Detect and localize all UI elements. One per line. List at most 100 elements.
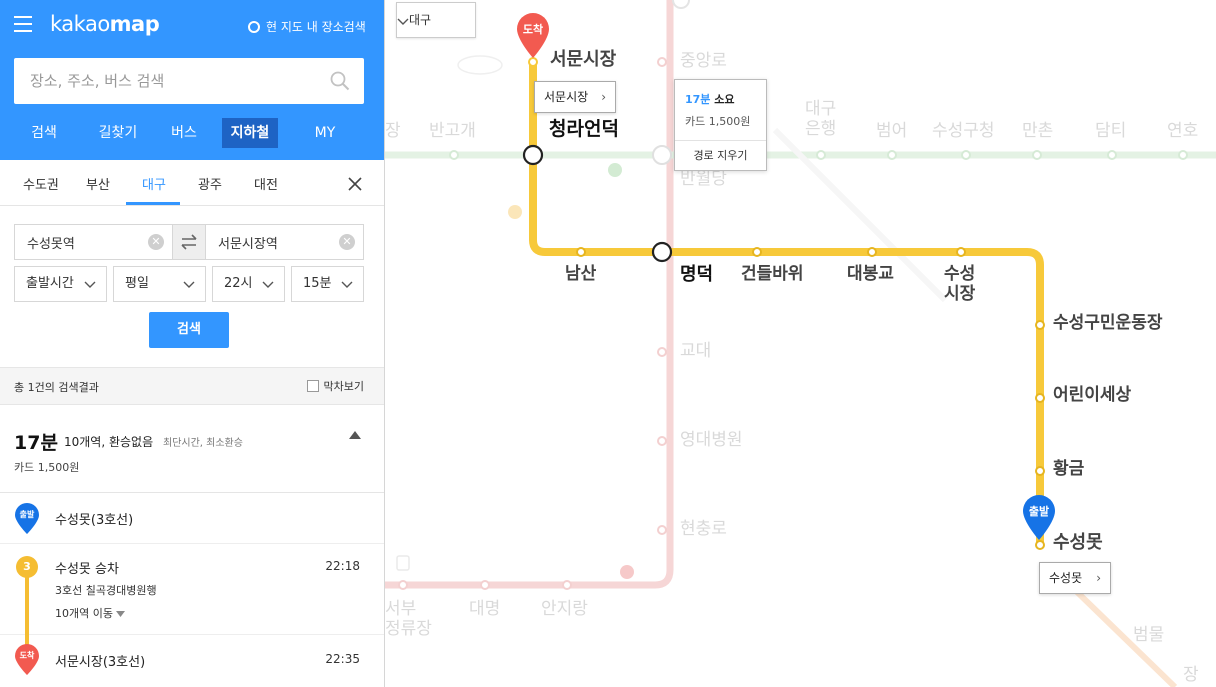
route-search-button[interactable]: 검색 <box>149 312 229 348</box>
station-suseongmot[interactable]: 수성못 <box>1053 532 1103 554</box>
menu-icon[interactable] <box>14 16 32 32</box>
end-station: 서문시장(3호선) <box>55 655 146 670</box>
region-tab-busan[interactable]: 부산 <box>86 174 110 193</box>
station-suseong-sports-ground[interactable]: 수성구민운동장 <box>1053 313 1162 334</box>
tab-bus[interactable]: 버스 <box>162 118 206 148</box>
station-fragment-bottom: 장 <box>1183 665 1199 685</box>
region-tab-daegu[interactable]: 대구 <box>142 174 166 193</box>
last-train-checkbox[interactable] <box>306 380 319 392</box>
header: kakaomap 현 지도 내 장소검색 검색 길찾기 버스 지하철 MY <box>0 0 384 160</box>
chevron-right-icon: › <box>601 90 606 104</box>
station-suseong-office[interactable]: 수성구청 <box>932 121 995 142</box>
start-station: 수성못(3호선) <box>55 513 134 528</box>
chevron-down-icon <box>397 18 409 25</box>
station-geondeulbawi[interactable]: 건들바위 <box>741 264 804 285</box>
swap-button[interactable] <box>172 225 206 259</box>
suseongmot-card-label: 수성못 <box>1049 571 1083 585</box>
region-tab-capital[interactable]: 수도권 <box>23 174 59 193</box>
city-select[interactable]: 대구 <box>396 2 476 38</box>
region-tabs: 수도권 부산 대구 광주 대전 <box>0 160 384 206</box>
route-info-popup: 17분 소요 카드 1,500원 경로 지우기 <box>674 79 767 171</box>
main-tabs: 검색 길찾기 버스 지하철 MY <box>0 118 384 148</box>
popup-duration: 17분 소요 <box>685 91 735 107</box>
clear-origin-icon[interactable]: ✕ <box>148 234 164 250</box>
day-value: 평일 <box>125 276 149 291</box>
step-start: 출발 수성못(3호선) <box>0 494 384 544</box>
station-yeonho[interactable]: 연호 <box>1167 121 1198 142</box>
minute-select[interactable]: 15분 <box>291 266 364 302</box>
swap-icon <box>181 234 197 250</box>
origin-input[interactable] <box>15 225 145 259</box>
active-tab-indicator <box>126 202 180 205</box>
local-search-toggle[interactable]: 현 지도 내 장소검색 <box>248 18 366 35</box>
moves-label: 10개역 이동 <box>55 607 113 620</box>
hour-value: 22시 <box>224 276 253 291</box>
popup-time-value: 17분 <box>685 93 711 106</box>
seomun-station-card[interactable]: 서문시장 › <box>534 81 616 113</box>
station-bangogae[interactable]: 반고개 <box>429 121 476 142</box>
arrival-pin[interactable]: 도착 <box>516 12 550 58</box>
city-value: 대구 <box>409 13 432 27</box>
end-time: 22:35 <box>325 652 360 666</box>
chevron-right-icon: › <box>1096 571 1101 585</box>
station-manchon[interactable]: 만촌 <box>1022 121 1053 142</box>
day-select[interactable]: 평일 <box>113 266 206 302</box>
moves-toggle[interactable]: 10개역 이동 <box>55 605 126 621</box>
logo-light: kakao <box>50 12 110 36</box>
station-beommul[interactable]: 범물 <box>1133 625 1164 646</box>
destination-field-wrap: ✕ <box>206 225 363 259</box>
search-icon[interactable] <box>330 71 350 91</box>
tab-directions[interactable]: 길찾기 <box>88 118 148 148</box>
line3-badge: 3 <box>16 556 38 578</box>
clear-route-button[interactable]: 경로 지우기 <box>675 140 766 170</box>
station-beomeo[interactable]: 범어 <box>876 121 907 142</box>
chevron-down-icon <box>84 281 96 288</box>
last-train-toggle[interactable]: 막차보기 <box>306 378 364 394</box>
region-tab-daejeon[interactable]: 대전 <box>254 174 278 193</box>
station-namsan[interactable]: 남산 <box>565 264 596 285</box>
tab-subway[interactable]: 지하철 <box>222 118 278 148</box>
search-input[interactable] <box>14 58 314 104</box>
end-badge: 도착 <box>19 651 35 660</box>
station-myeongdeok[interactable]: 명덕 <box>680 264 713 286</box>
collapse-arrow-icon[interactable] <box>349 431 361 439</box>
station-banwoldang[interactable]: 반월당 <box>680 169 727 190</box>
destination-input[interactable] <box>206 225 336 259</box>
chevron-down-icon <box>183 281 195 288</box>
region-tab-gwangju[interactable]: 광주 <box>198 174 222 193</box>
station-yeungnam-hospital[interactable]: 영대병원 <box>680 430 743 451</box>
station-damti[interactable]: 담티 <box>1095 121 1126 142</box>
station-anjirang[interactable]: 안지랑 <box>541 599 588 620</box>
station-cheongna-hill[interactable]: 청라언덕 <box>549 118 619 141</box>
popup-fare: 카드 1,500원 <box>685 115 751 128</box>
close-icon[interactable] <box>347 176 363 192</box>
departure-pin[interactable]: 출발 <box>1022 494 1056 540</box>
hour-select[interactable]: 22시 <box>212 266 285 302</box>
time-options: 출발시간 평일 22시 15분 <box>14 266 364 302</box>
departure-pin-label: 출발 <box>1028 505 1050 518</box>
station-daemyeong[interactable]: 대명 <box>469 599 500 620</box>
clear-destination-icon[interactable]: ✕ <box>339 234 355 250</box>
station-hyeonchungno[interactable]: 현충로 <box>680 519 727 540</box>
time-type-select[interactable]: 출발시간 <box>14 266 107 302</box>
popup-time-suffix: 소요 <box>710 93 735 106</box>
tab-search[interactable]: 검색 <box>14 118 74 148</box>
suseongmot-station-card[interactable]: 수성못 › <box>1039 562 1111 594</box>
station-seobu[interactable]: 서부 정류장 <box>385 599 432 639</box>
route-summary[interactable]: 17분 10개역, 환승없음 최단시간, 최소환승 카드 1,500원 <box>0 406 384 493</box>
station-seomun-market[interactable]: 서문시장 <box>550 49 616 71</box>
station-hwanggeum[interactable]: 황금 <box>1053 459 1084 480</box>
station-childrens-world[interactable]: 어린이세상 <box>1053 385 1131 406</box>
station-daegu-bank[interactable]: 대구 은행 <box>805 99 836 139</box>
logo[interactable]: kakaomap <box>50 12 160 36</box>
station-gyodae[interactable]: 교대 <box>680 341 711 362</box>
step-ride: 3 수성못 승차 22:18 3호선 칠곡경대병원행 10개역 이동 <box>0 545 384 645</box>
subway-map[interactable]: 대구 중앙로 장 반고개 대구 은행 범어 수성구청 만촌 담티 연호 반월당 … <box>385 0 1216 687</box>
seomun-card-label: 서문시장 <box>544 90 589 104</box>
step-end: 도착 서문시장(3호선) 22:35 <box>0 636 384 687</box>
station-daebonggyo[interactable]: 대봉교 <box>847 264 894 285</box>
station-suseong-market[interactable]: 수성 시장 <box>944 264 975 304</box>
tab-my[interactable]: MY <box>298 118 352 148</box>
route-description: 10개역, 환승없음 <box>64 435 154 449</box>
station-jungangno[interactable]: 중앙로 <box>680 51 727 72</box>
